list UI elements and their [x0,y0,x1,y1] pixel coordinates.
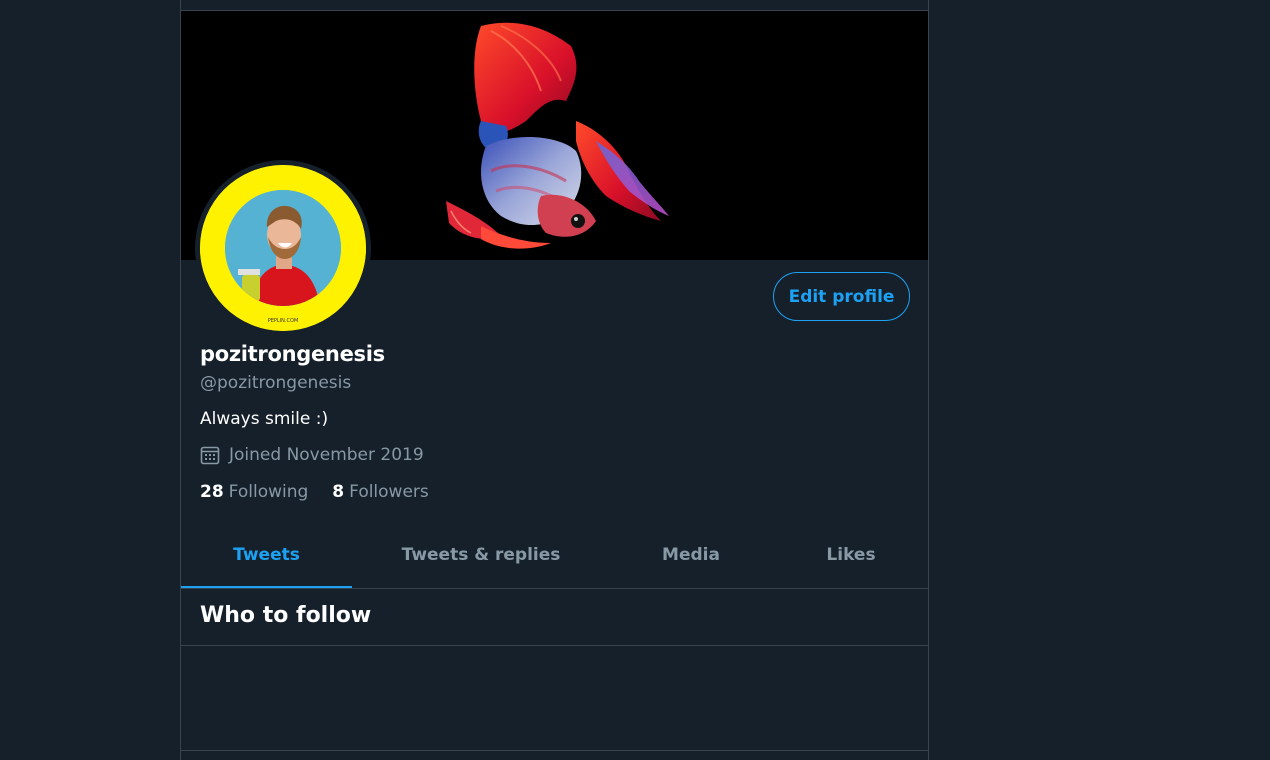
bio-text: Always smile :) [200,409,329,429]
user-handle: @pozitrongenesis [200,373,352,393]
section-divider [181,645,928,646]
who-to-follow-title: Who to follow [200,603,372,628]
calendar-icon [200,446,220,465]
following-count: 28 [200,482,224,502]
avatar[interactable]: PEPLIN.COM [200,165,366,331]
svg-text:PEPLIN.COM: PEPLIN.COM [268,318,299,324]
followers-label: Followers [349,482,429,502]
section-divider-bottom [181,750,928,751]
joined-date: Joined November 2019 [200,445,424,465]
follow-stats: 28 Following 8 Followers [200,482,453,502]
followers-count: 8 [332,482,345,502]
profile-column: PEPLIN.COM Edit profile pozitrongenesis … [180,0,929,760]
following-label: Following [228,482,309,502]
joined-label: Joined November 2019 [229,445,424,465]
following-link[interactable]: 28 Following [200,482,308,502]
tab-tweets[interactable]: Tweets [181,522,352,588]
avatar-photo: PEPLIN.COM [200,165,366,331]
profile-tabs: Tweets Tweets & replies Media Likes [181,522,928,589]
edit-profile-button[interactable]: Edit profile [773,272,910,321]
display-name: pozitrongenesis [200,342,385,366]
tab-likes[interactable]: Likes [772,522,930,587]
tab-media[interactable]: Media [610,522,772,587]
avatar-ring[interactable]: PEPLIN.COM [195,160,371,336]
followers-link[interactable]: 8 Followers [332,482,428,502]
tab-tweets-replies[interactable]: Tweets & replies [352,522,610,587]
